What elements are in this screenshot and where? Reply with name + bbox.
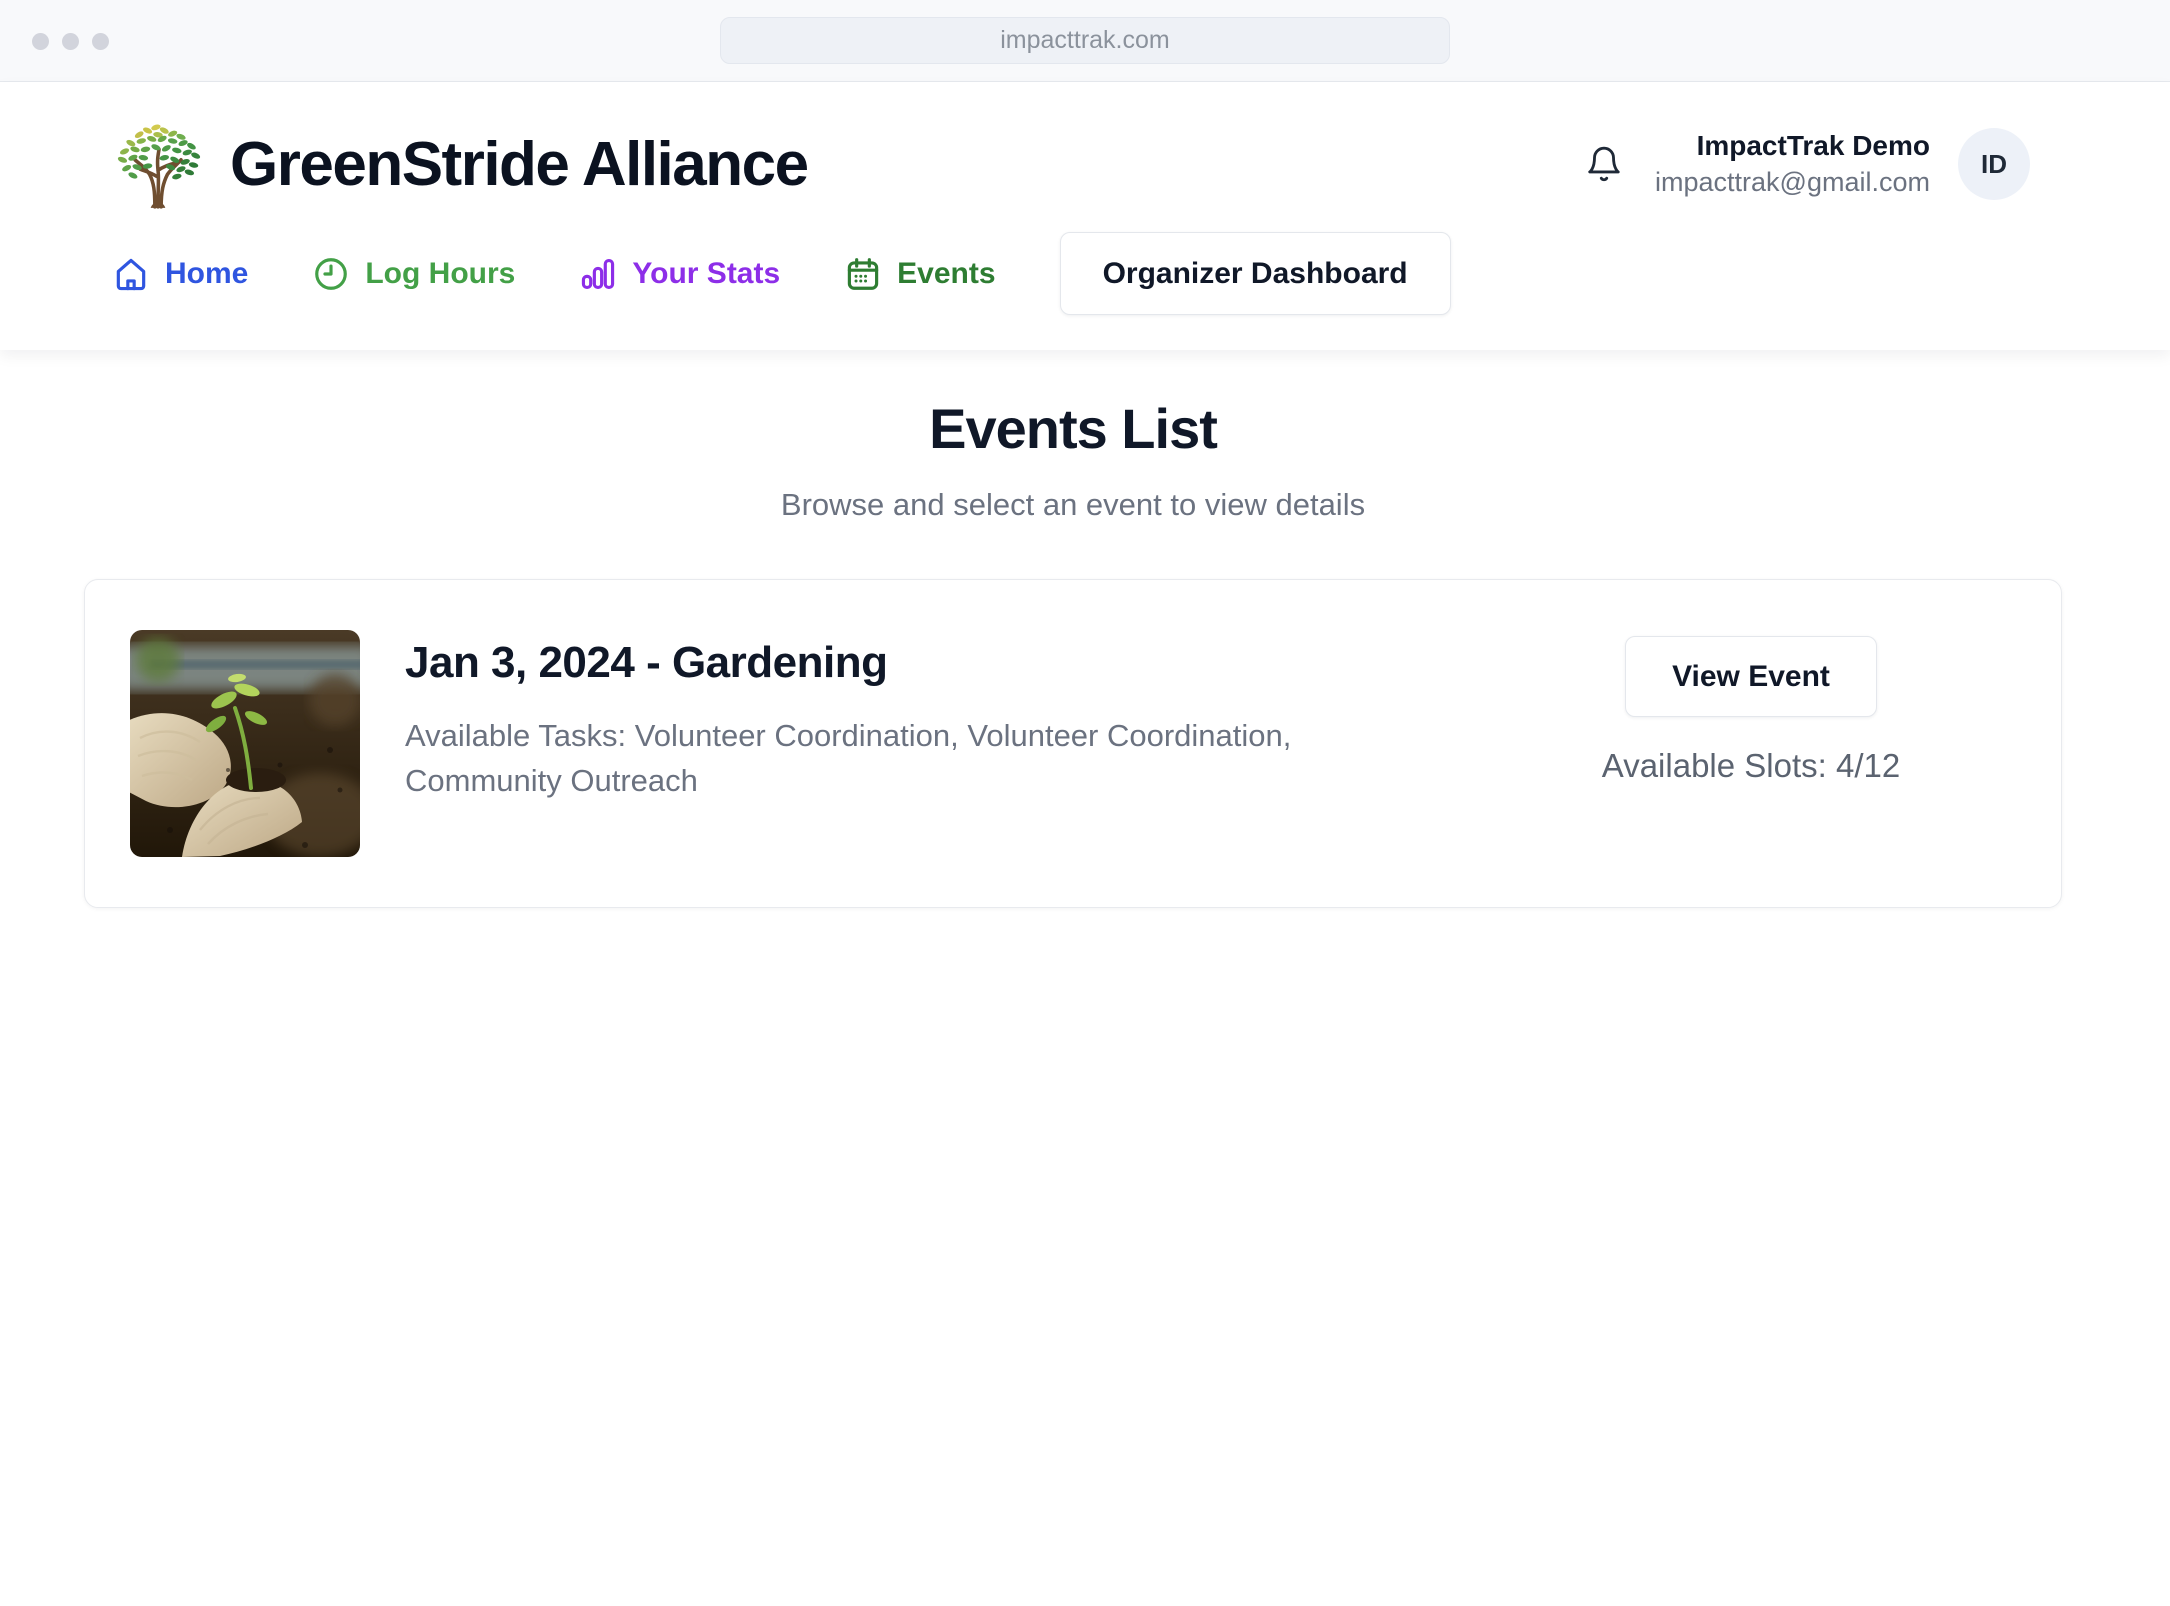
url-text: impacttrak.com xyxy=(1000,26,1169,55)
event-actions: View Event Available Slots: 4/12 xyxy=(1586,630,1916,785)
window-control-dot[interactable] xyxy=(92,33,109,50)
view-event-button[interactable]: View Event xyxy=(1625,636,1877,717)
event-title: Jan 3, 2024 - Gardening xyxy=(405,638,1586,688)
calendar-icon xyxy=(844,255,882,293)
bar-chart-icon xyxy=(579,255,617,293)
nav-item-log-hours[interactable]: Log Hours xyxy=(312,255,515,293)
page-subtitle: Browse and select an event to view detai… xyxy=(84,487,2062,523)
user-email: impacttrak@gmail.com xyxy=(1655,165,1930,200)
nav-label: Your Stats xyxy=(632,257,780,291)
nav-item-events[interactable]: Events xyxy=(844,255,995,293)
page-title: Events List xyxy=(84,396,2062,461)
organizer-dashboard-button[interactable]: Organizer Dashboard xyxy=(1060,232,1451,315)
nav-label: Log Hours xyxy=(365,257,515,291)
avatar[interactable]: ID xyxy=(1958,128,2030,200)
event-tasks: Available Tasks: Volunteer Coordination,… xyxy=(405,714,1365,804)
clock-icon xyxy=(312,255,350,293)
browser-chrome: impacttrak.com xyxy=(0,0,2170,82)
site-header: GreenStride Alliance ImpactTrak Demo imp… xyxy=(0,82,2170,350)
bell-icon xyxy=(1585,145,1623,183)
tree-logo-icon xyxy=(112,118,204,210)
avatar-initials: ID xyxy=(1981,149,2007,180)
nav-label: Home xyxy=(165,257,248,291)
event-info: Jan 3, 2024 - Gardening Available Tasks:… xyxy=(405,630,1586,804)
window-control-dot[interactable] xyxy=(32,33,49,50)
user-name: ImpactTrak Demo xyxy=(1655,128,1930,164)
user-cluster: ImpactTrak Demo impacttrak@gmail.com ID xyxy=(1581,128,2030,200)
brand: GreenStride Alliance xyxy=(112,118,808,210)
event-slots: Available Slots: 4/12 xyxy=(1602,747,1900,785)
nav-label: Events xyxy=(897,257,995,291)
main-content: Events List Browse and select an event t… xyxy=(0,350,2170,908)
event-card: Jan 3, 2024 - Gardening Available Tasks:… xyxy=(84,579,2062,908)
user-info: ImpactTrak Demo impacttrak@gmail.com xyxy=(1655,128,1930,199)
brand-title: GreenStride Alliance xyxy=(230,129,808,200)
main-nav: Home Log Hours Your Stats xyxy=(112,210,2030,350)
home-icon xyxy=(112,255,150,293)
url-bar[interactable]: impacttrak.com xyxy=(720,17,1450,64)
nav-item-your-stats[interactable]: Your Stats xyxy=(579,255,780,293)
notifications-button[interactable] xyxy=(1581,141,1627,187)
event-thumbnail xyxy=(130,630,360,857)
window-controls xyxy=(32,0,109,82)
window-control-dot[interactable] xyxy=(62,33,79,50)
nav-item-home[interactable]: Home xyxy=(112,255,248,293)
